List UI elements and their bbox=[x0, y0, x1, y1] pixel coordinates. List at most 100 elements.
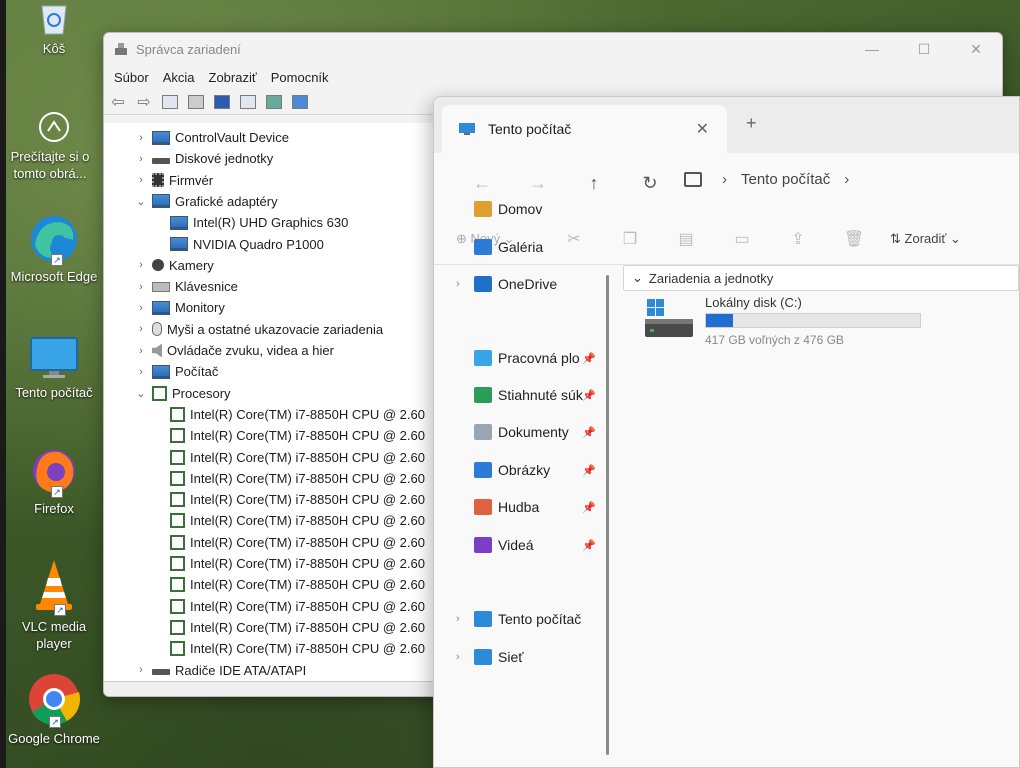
explorer-tab[interactable]: Tento počítač ✕ bbox=[442, 105, 727, 153]
chevron-right-icon[interactable]: › bbox=[134, 153, 148, 165]
desktop-icon-recycle-bin[interactable]: Kôš bbox=[8, 0, 100, 57]
sidebar-item[interactable]: Obrázky 📌 bbox=[474, 458, 596, 482]
menu-view[interactable]: Zobraziť bbox=[209, 70, 257, 85]
pin-icon[interactable]: 📌 bbox=[582, 501, 596, 514]
desktop-icon-edge[interactable]: ↗ Microsoft Edge bbox=[8, 214, 100, 285]
tree-item[interactable]: › Diskové jednotky bbox=[134, 148, 273, 169]
chevron-right-icon[interactable]: › bbox=[456, 651, 460, 663]
forward-arrow-icon[interactable]: → bbox=[510, 173, 566, 194]
tree-item[interactable]: › Kamery bbox=[134, 255, 214, 276]
new-tab-icon[interactable]: + bbox=[746, 113, 757, 134]
chevron-right-icon[interactable]: › bbox=[134, 664, 148, 676]
tree-item[interactable]: Intel(R) Core(TM) i7-8850H CPU @ 2.60 bbox=[170, 468, 425, 489]
properties-icon[interactable] bbox=[160, 93, 180, 111]
tree-item[interactable]: › Monitory bbox=[134, 297, 225, 318]
sidebar-item[interactable]: Sieť bbox=[474, 645, 523, 669]
tree-item[interactable]: Intel(R) Core(TM) i7-8850H CPU @ 2.60 bbox=[170, 596, 425, 617]
sidebar-item[interactable]: Domov bbox=[474, 197, 542, 221]
refresh-icon[interactable]: ↻ bbox=[622, 173, 678, 194]
breadcrumb-item[interactable]: Tento počítač bbox=[741, 171, 830, 188]
tree-item[interactable]: Intel(R) Core(TM) i7-8850H CPU @ 2.60 bbox=[170, 553, 425, 574]
tree-item[interactable]: › Klávesnice bbox=[134, 276, 238, 297]
chevron-right-icon[interactable]: › bbox=[134, 302, 148, 314]
scan-hardware-icon[interactable] bbox=[290, 93, 310, 111]
chevron-right-icon[interactable]: › bbox=[134, 345, 148, 357]
close-tab-icon[interactable]: ✕ bbox=[696, 119, 709, 139]
sidebar-item[interactable]: Tento počítač bbox=[474, 607, 581, 631]
menu-help[interactable]: Pomocník bbox=[271, 70, 329, 85]
help-icon[interactable] bbox=[212, 93, 232, 111]
view-icon[interactable] bbox=[238, 93, 258, 111]
group-header[interactable]: ⌄ Zariadenia a jednotky bbox=[623, 265, 1019, 291]
sidebar-item[interactable]: Hudba 📌 bbox=[474, 495, 596, 519]
menu-action[interactable]: Akcia bbox=[163, 70, 195, 85]
pin-icon[interactable]: 📌 bbox=[582, 464, 596, 477]
pin-icon[interactable]: 📌 bbox=[582, 352, 596, 365]
share-icon[interactable]: ⇪ bbox=[770, 229, 826, 249]
breadcrumb[interactable]: › Tento počítač › bbox=[684, 171, 863, 188]
cut-icon[interactable]: ✂ bbox=[546, 229, 602, 249]
pin-icon[interactable]: 📌 bbox=[582, 389, 596, 402]
sidebar-item[interactable]: Galéria bbox=[474, 235, 543, 259]
chevron-right-icon[interactable]: › bbox=[134, 366, 148, 378]
pin-icon[interactable]: 📌 bbox=[582, 426, 596, 439]
show-hide-icon[interactable] bbox=[186, 93, 206, 111]
tree-item[interactable]: Intel(R) Core(TM) i7-8850H CPU @ 2.60 bbox=[170, 425, 425, 446]
tree-item[interactable]: › Počítač bbox=[134, 361, 218, 382]
chevron-right-icon[interactable]: › bbox=[134, 174, 148, 186]
navigation-pane[interactable]: Domov Galéria › OneDrive Pracovná plo 📌 Stiahn… bbox=[434, 201, 604, 767]
drive-item[interactable]: Lokálny disk (C:) 417 GB voľných z 476 G… bbox=[645, 295, 945, 355]
chevron-right-icon[interactable]: › bbox=[134, 323, 148, 335]
sidebar-item[interactable]: OneDrive bbox=[474, 272, 557, 296]
sort-button[interactable]: ⇅ Zoradiť ⌄ bbox=[890, 231, 961, 247]
chevron-down-icon[interactable]: ⌄ bbox=[134, 195, 148, 208]
tree-item[interactable]: › Ovládače zvuku, videa a hier bbox=[134, 340, 334, 361]
tree-item[interactable]: Intel(R) Core(TM) i7-8850H CPU @ 2.60 bbox=[170, 532, 425, 553]
navigation-pane-scrollbar[interactable] bbox=[606, 275, 609, 755]
tree-item[interactable]: › Myši a ostatné ukazovacie zariadenia bbox=[134, 319, 383, 340]
tree-item[interactable]: Intel(R) Core(TM) i7-8850H CPU @ 2.60 bbox=[170, 404, 425, 425]
tree-item[interactable]: Intel(R) Core(TM) i7-8850H CPU @ 2.60 bbox=[170, 447, 425, 468]
chevron-right-icon[interactable]: › bbox=[134, 281, 148, 293]
delete-icon[interactable]: 🗑 bbox=[826, 229, 882, 249]
sidebar-item[interactable]: Pracovná plo 📌 bbox=[474, 346, 596, 370]
back-arrow-icon[interactable]: ⇦ bbox=[108, 93, 128, 111]
desktop-icon-info[interactable]: Prečítajte si o tomto obrá... bbox=[8, 110, 100, 182]
tree-item[interactable]: Intel(R) UHD Graphics 630 bbox=[170, 212, 348, 233]
tree-item[interactable]: Intel(R) Core(TM) i7-8850H CPU @ 2.60 bbox=[170, 638, 425, 659]
sidebar-item[interactable]: Videá 📌 bbox=[474, 533, 596, 557]
desktop-icon-chrome[interactable]: ↗ Google Chrome bbox=[8, 672, 100, 747]
copy-icon[interactable]: ❐ bbox=[602, 229, 658, 249]
chevron-right-icon[interactable]: › bbox=[134, 132, 148, 144]
desktop-icon-this-pc[interactable]: Tento počítač bbox=[8, 336, 100, 401]
maximize-button[interactable]: ☐ bbox=[898, 33, 950, 65]
rename-icon[interactable]: ▭ bbox=[714, 229, 770, 249]
tree-item[interactable]: Intel(R) Core(TM) i7-8850H CPU @ 2.60 bbox=[170, 574, 425, 595]
chevron-right-icon[interactable]: › bbox=[456, 278, 460, 290]
menu-file[interactable]: Súbor bbox=[114, 70, 149, 85]
desktop-icon-vlc[interactable]: ↗ VLC media player bbox=[8, 558, 100, 652]
chevron-right-icon[interactable]: › bbox=[134, 259, 148, 271]
tree-item[interactable]: › ControlVault Device bbox=[134, 127, 289, 148]
back-arrow-icon[interactable]: ← bbox=[454, 173, 510, 194]
tree-item[interactable]: NVIDIA Quadro P1000 bbox=[170, 234, 324, 255]
tree-item[interactable]: Intel(R) Core(TM) i7-8850H CPU @ 2.60 bbox=[170, 489, 425, 510]
close-button[interactable]: ✕ bbox=[950, 33, 1002, 65]
tree-item[interactable]: ⌄ Procesory bbox=[134, 383, 231, 404]
minimize-button[interactable]: — bbox=[846, 33, 898, 65]
update-driver-icon[interactable] bbox=[264, 93, 284, 111]
desktop-icon-firefox[interactable]: ↗ Firefox bbox=[8, 446, 100, 517]
tree-item[interactable]: › Firmvér bbox=[134, 170, 213, 191]
tree-item[interactable]: Intel(R) Core(TM) i7-8850H CPU @ 2.60 bbox=[170, 510, 425, 531]
forward-arrow-icon[interactable]: ⇨ bbox=[134, 93, 154, 111]
up-arrow-icon[interactable]: ↑ bbox=[566, 173, 622, 194]
explorer-content[interactable]: ⌄ Zariadenia a jednotky Lokálny disk (C:… bbox=[619, 265, 1019, 767]
pin-icon[interactable]: 📌 bbox=[582, 539, 596, 552]
chevron-down-icon[interactable]: ⌄ bbox=[134, 387, 148, 400]
tree-item[interactable]: Intel(R) Core(TM) i7-8850H CPU @ 2.60 bbox=[170, 617, 425, 638]
tree-item[interactable]: › Radiče IDE ATA/ATAPI bbox=[134, 660, 306, 681]
tree-item[interactable]: ⌄ Grafické adaptéry bbox=[134, 191, 277, 212]
file-explorer-window[interactable]: Tento počítač ✕ + ← → ↑ ↻ › Tento počíta… bbox=[433, 96, 1020, 768]
chevron-right-icon[interactable]: › bbox=[844, 171, 849, 188]
sidebar-item[interactable]: Dokumenty 📌 bbox=[474, 420, 596, 444]
